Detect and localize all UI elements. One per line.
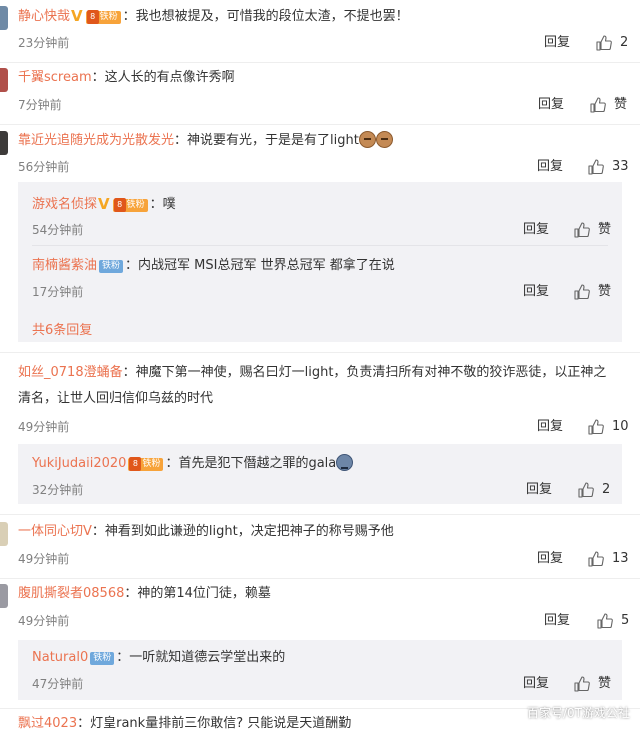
fan-level-icon: 8 [129, 457, 142, 471]
comment-item: 腹肌撕裂者08568：神的第14位门徒，赖墓 49分钟前 回复 5 Natura… [0, 578, 640, 706]
like-count: 赞 [598, 284, 612, 299]
thumbs-up-icon [596, 35, 612, 51]
username[interactable]: 千翼scream [18, 70, 92, 85]
like-count: 赞 [598, 222, 612, 237]
thumbs-up-icon [574, 284, 590, 300]
reply-text: 一听就知道德云学堂出来的 [129, 650, 286, 665]
reply-button[interactable]: 回复 [523, 221, 549, 239]
fan-badge: 8 铁粉 [85, 10, 121, 24]
like-button[interactable]: 赞 [574, 283, 611, 301]
reply-button[interactable]: 回复 [544, 34, 570, 52]
verified-badge-icon: V [98, 195, 110, 213]
fan-level-icon: 8 [113, 198, 126, 212]
fan-badge: 铁粉 [90, 652, 115, 665]
like-count: 2 [620, 35, 629, 50]
reply-button[interactable]: 回复 [538, 96, 564, 114]
username[interactable]: 腹肌撕裂者08568 [18, 586, 124, 601]
like-count: 33 [612, 159, 629, 174]
like-button[interactable]: 赞 [574, 675, 611, 693]
thumbs-up-icon [588, 551, 604, 567]
like-button[interactable]: 2 [596, 34, 628, 52]
reply-time: 54分钟前 [32, 223, 84, 237]
cat-emoji-icon [375, 131, 393, 148]
like-button[interactable]: 赞 [590, 96, 627, 114]
username[interactable]: 如丝_0718澄蛹备 [18, 365, 123, 380]
cat-emoji-icon [358, 131, 376, 148]
thumbs-up-icon [590, 97, 606, 113]
thumbs-up-icon [597, 613, 613, 629]
reply-item: YukiJudaii2020 8 铁粉 ：首先是犯下僭越之罪的gala 32分钟前 回… [32, 454, 611, 499]
comment-text: 神的第14位门徒，赖墓 [137, 586, 271, 601]
reply-list: Natural0 铁粉 ：一听就知道德云学堂出来的 47分钟前 回复 赞 [18, 640, 622, 700]
reply-button[interactable]: 回复 [526, 481, 552, 499]
like-button[interactable]: 2 [578, 481, 610, 499]
reply-button[interactable]: 回复 [523, 675, 549, 693]
like-count: 赞 [614, 97, 628, 112]
thumbs-up-icon [574, 222, 590, 238]
comment-item: 如丝_0718澄蛹备：神魔下第一神使，赐名曰灯一light，负责清扫所有对神不敬… [0, 352, 640, 510]
like-button[interactable]: 33 [588, 158, 629, 176]
comment-text: 神看到如此谦逊的light，决定把神子的称号赐予他 [104, 524, 394, 539]
reply-list: 游戏名侦探V 8 铁粉 ：噗 54分钟前 回复 赞 南楠酱紫油 铁粉 ：内战冠军 MSI总… [18, 182, 622, 342]
reply-button[interactable]: 回复 [537, 418, 563, 436]
reply-list: YukiJudaii2020 8 铁粉 ：首先是犯下僭越之罪的gala 32分钟前 回… [18, 444, 622, 504]
like-button[interactable]: 13 [588, 550, 629, 568]
username[interactable]: 一体同心切V [18, 524, 92, 539]
username[interactable]: 游戏名侦探 [32, 197, 97, 212]
like-count: 2 [602, 482, 611, 497]
comment-time: 56分钟前 [18, 160, 70, 174]
like-button[interactable]: 10 [588, 418, 629, 436]
reply-text: 首先是犯下僭越之罪的gala [178, 456, 337, 471]
thumbs-up-icon [574, 676, 590, 692]
reply-button[interactable]: 回复 [537, 550, 563, 568]
comment-text: 这人长的有点像许秀啊 [104, 70, 235, 85]
comment-time: 49分钟前 [18, 614, 70, 628]
comment-item: 一体同心切V：神看到如此谦逊的light，决定把神子的称号赐予他 49分钟前 回… [18, 524, 629, 568]
comment-text: 灯皇rank量排前三你敢信? 只能说是天道酬勤 [90, 716, 352, 731]
username[interactable]: Natural0 [32, 650, 88, 665]
comment-text: 神说要有光，于是是有了light [187, 133, 359, 148]
fan-level-icon: 8 [86, 10, 99, 24]
reply-time: 17分钟前 [32, 285, 84, 299]
username[interactable]: 静心快哉 [18, 9, 70, 24]
fan-badge: 铁粉 [99, 260, 124, 273]
more-replies-link[interactable]: 共6条回复 [32, 319, 92, 338]
thumbs-up-icon [588, 159, 604, 175]
comment-time: 7分钟前 [18, 98, 62, 112]
verified-badge-icon: V [71, 7, 83, 25]
like-count: 赞 [598, 676, 612, 691]
reply-item: 游戏名侦探V 8 铁粉 ：噗 54分钟前 回复 赞 [32, 195, 612, 239]
fan-badge: 8 铁粉 [128, 457, 164, 471]
reply-button[interactable]: 回复 [537, 158, 563, 176]
comment-text: 我也想被提及，可惜我的段位太渣，不提也罢！ [135, 9, 409, 24]
like-count: 5 [621, 613, 630, 628]
watermark: 百家号/0T游戏公社 [526, 706, 630, 720]
thumbs-up-icon [588, 419, 604, 435]
reply-button[interactable]: 回复 [544, 612, 570, 630]
username[interactable]: 飘过4023 [18, 716, 77, 731]
comment-item: 千翼scream：这人长的有点像许秀啊 7分钟前 回复 赞 [18, 70, 628, 114]
username[interactable]: 南楠酱紫油 [32, 258, 97, 273]
reply-time: 32分钟前 [32, 483, 84, 497]
like-button[interactable]: 赞 [574, 221, 611, 239]
sad-emoji-icon [336, 454, 354, 471]
thumbs-up-icon [578, 482, 594, 498]
username[interactable]: 靠近光追随光成为光散发光 [18, 133, 174, 148]
reply-item: Natural0 铁粉 ：一听就知道德云学堂出来的 47分钟前 回复 赞 [32, 650, 612, 693]
comment-time: 49分钟前 [18, 552, 70, 566]
like-button[interactable]: 5 [597, 612, 629, 630]
reply-time: 47分钟前 [32, 677, 84, 691]
comment-item: 靠近光追随光成为光散发光：神说要有光，于是是有了light 56分钟前 回复 3… [0, 124, 640, 352]
comment-time: 49分钟前 [18, 420, 70, 434]
fan-badge: 8 铁粉 [112, 198, 148, 212]
reply-text: 噗 [162, 197, 176, 212]
reply-item: 南楠酱紫油 铁粉 ：内战冠军 MSI总冠军 世界总冠军 都拿了在说 17分钟前 回复… [32, 258, 612, 301]
like-count: 10 [612, 419, 629, 434]
reply-button[interactable]: 回复 [523, 283, 549, 301]
username[interactable]: YukiJudaii2020 [32, 456, 126, 471]
comment-time: 23分钟前 [18, 36, 70, 50]
like-count: 13 [612, 551, 629, 566]
comment-item: 静心快哉V 8 铁粉 ：我也想被提及，可惜我的段位太渣，不提也罢！ 23分钟前 回复 … [18, 7, 629, 52]
reply-text: 内战冠军 MSI总冠军 世界总冠军 都拿了在说 [138, 258, 395, 273]
